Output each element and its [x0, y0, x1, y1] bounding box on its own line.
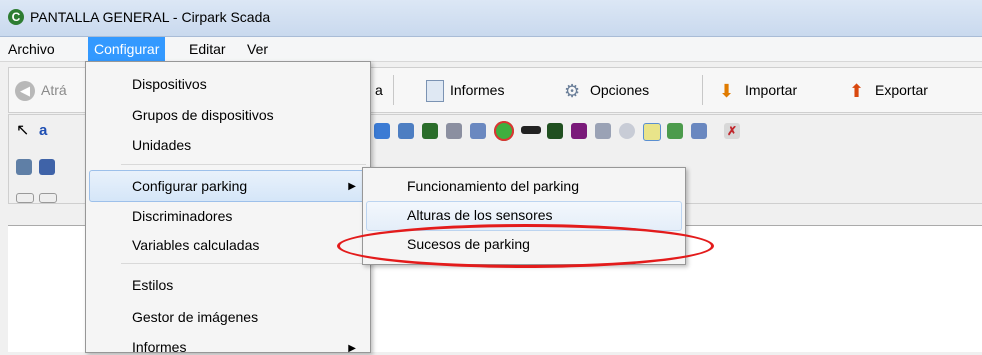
pointer-icon[interactable]: ↖ — [16, 123, 32, 139]
device-cube-icon[interactable] — [374, 123, 390, 139]
window-title: PANTALLA GENERAL - Cirpark Scada — [30, 9, 271, 25]
menu-editar[interactable]: Editar — [183, 37, 232, 61]
led-bar-icon[interactable] — [521, 126, 541, 134]
toolbar-separator — [702, 75, 703, 105]
save-icon[interactable] — [16, 159, 32, 175]
importar-button[interactable]: ⬇ Importar — [719, 78, 797, 102]
exportar-button[interactable]: ⬆ Exportar — [849, 78, 928, 102]
menu-configurar[interactable]: Configurar — [88, 37, 166, 61]
menu-separator — [121, 263, 366, 264]
save-as-icon[interactable] — [39, 159, 55, 175]
menu-item-gestor-de-imagenes[interactable]: Gestor de imágenes — [132, 309, 258, 325]
chart-icon[interactable] — [667, 123, 683, 139]
back-label: Atrá — [41, 82, 67, 98]
panel-icon[interactable] — [571, 123, 587, 139]
informes-button[interactable]: Informes — [426, 78, 505, 103]
menu-separator — [121, 164, 366, 165]
counter-icon[interactable] — [547, 123, 563, 139]
opciones-gears-icon: ⚙ — [564, 81, 581, 102]
submenu-item-funcionamiento-del-parking[interactable]: Funcionamiento del parking — [407, 178, 579, 194]
delete-style-icon[interactable]: ✗ — [724, 123, 740, 139]
menu-item-variables-calculadas[interactable]: Variables calculadas — [132, 237, 259, 253]
back-arrow-icon: ◀ — [15, 81, 35, 102]
informes-icon — [426, 80, 444, 103]
car-icon[interactable] — [470, 123, 486, 139]
informes-label: Informes — [450, 82, 505, 98]
chevron-right-icon: ▶ — [348, 343, 356, 354]
align-icon[interactable] — [16, 193, 34, 203]
title-bar: C PANTALLA GENERAL - Cirpark Scada — [0, 0, 982, 37]
display-icon[interactable] — [422, 123, 438, 139]
chevron-right-icon: ▶ — [348, 181, 356, 192]
configurar-dropdown-menu: Dispositivos Grupos de dispositivos Unid… — [85, 61, 371, 355]
menu-archivo[interactable]: Archivo — [2, 37, 61, 61]
menu-item-dispositivos[interactable]: Dispositivos — [132, 76, 207, 92]
text-tool-icon[interactable]: a — [39, 123, 55, 139]
importar-label: Importar — [745, 82, 798, 98]
exportar-label: Exportar — [875, 82, 928, 98]
opciones-label: Opciones — [590, 82, 650, 98]
toolbar-separator — [393, 75, 394, 105]
menu-ver[interactable]: Ver — [241, 37, 274, 61]
level-icon[interactable] — [643, 123, 661, 141]
app-logo-icon: C — [8, 9, 24, 25]
menu-bar: Archivo Configurar Editar Ver — [0, 37, 982, 62]
menu-item-discriminadores[interactable]: Discriminadores — [132, 208, 232, 224]
menu-item-unidades[interactable]: Unidades — [132, 137, 191, 153]
annotation-ellipse — [337, 224, 714, 268]
device-icon[interactable] — [398, 123, 414, 139]
back-button[interactable]: ◀ Atrá — [15, 78, 67, 102]
printer-icon[interactable] — [446, 123, 462, 139]
opciones-button[interactable]: ⚙ Opciones — [564, 78, 649, 102]
distribute-icon[interactable] — [39, 193, 57, 203]
menu-item-estilos[interactable]: Estilos — [132, 277, 173, 293]
menu-item-informes[interactable]: Informes — [132, 339, 186, 355]
indicator-light-icon[interactable] — [494, 121, 514, 141]
menu-item-configurar-parking[interactable]: Configurar parking — [132, 178, 247, 194]
menu-item-grupos-de-dispositivos[interactable]: Grupos de dispositivos — [132, 107, 274, 123]
partial-button-label[interactable]: a — [375, 78, 383, 102]
vehicle-icon[interactable] — [691, 123, 707, 139]
camera-icon[interactable] — [595, 123, 611, 139]
sensor-icon[interactable] — [619, 123, 635, 139]
importar-icon: ⬇ — [719, 81, 735, 102]
submenu-item-alturas-de-los-sensores[interactable]: Alturas de los sensores — [407, 207, 553, 223]
exportar-icon: ⬆ — [849, 81, 865, 102]
